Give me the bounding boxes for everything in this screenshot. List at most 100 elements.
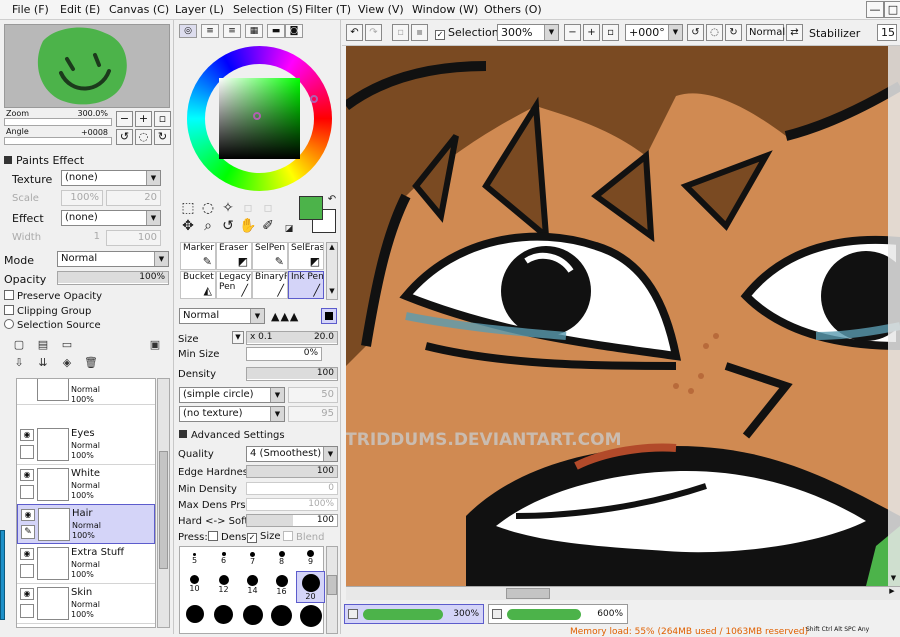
canvas-blend-select[interactable]: Normal xyxy=(746,24,785,41)
new-layer-icon[interactable]: ▢ xyxy=(12,338,26,352)
trash-icon[interactable]: 🗑 xyxy=(84,356,98,370)
brush-shape-square-icon[interactable] xyxy=(321,308,337,324)
transfer-down-icon[interactable]: ⇩ xyxy=(12,356,26,370)
brush-legacy-pen[interactable]: Legacy Pen ╱ xyxy=(216,271,252,299)
new-folder-icon[interactable]: ▭ xyxy=(60,338,74,352)
brush-size-20[interactable]: 20 xyxy=(296,571,325,603)
selection-checkbox[interactable]: ✓ Selection xyxy=(435,26,499,40)
sv-cursor[interactable] xyxy=(253,112,261,120)
maximize-button[interactable]: □ xyxy=(884,1,900,18)
menu-file[interactable]: File (F) xyxy=(12,3,49,16)
new-linework-layer-icon[interactable]: ▤ xyxy=(36,338,50,352)
min-density-slider[interactable]: 0 xyxy=(246,482,338,495)
eye-icon[interactable]: ◉ xyxy=(20,588,34,600)
hand-icon[interactable]: ✋ xyxy=(239,218,257,234)
rotate-right-button[interactable]: ↻ xyxy=(725,24,742,41)
menu-layer[interactable]: Layer (L) xyxy=(175,3,224,16)
minimize-button[interactable]: — xyxy=(866,1,884,18)
rgb-sliders-tab[interactable]: ≡ xyxy=(201,24,219,38)
brush-grid-scrollbar[interactable]: ▲ ▼ xyxy=(326,242,338,300)
preserve-opacity-checkbox[interactable]: Preserve Opacity xyxy=(4,290,102,302)
color-wheel-tab[interactable]: ◎ xyxy=(179,24,197,38)
menu-others[interactable]: Others (O) xyxy=(484,3,542,16)
eye-icon[interactable]: ◉ xyxy=(20,429,34,441)
layer-item-white[interactable]: ◉ White Normal 100% xyxy=(17,465,155,505)
brush-size-row3[interactable] xyxy=(238,605,267,629)
rect-select-icon[interactable]: ⬚ xyxy=(179,200,197,216)
move-icon[interactable]: ✥ xyxy=(179,218,197,234)
canvas-horizontal-scrollbar[interactable]: ▶ xyxy=(346,586,900,600)
opacity-slider[interactable]: 100% xyxy=(57,271,169,285)
brush-eraser[interactable]: Eraser ◩ xyxy=(216,242,252,270)
hard-soft-slider[interactable]: 100 xyxy=(246,514,338,527)
press-blend-checkbox[interactable]: Blend xyxy=(283,531,324,543)
rotate-left-button[interactable]: ↺ xyxy=(687,24,704,41)
deselect-icon[interactable]: ▫ xyxy=(392,24,409,41)
lasso-icon[interactable]: ◌ xyxy=(199,200,217,216)
menu-filter[interactable]: Filter (T) xyxy=(305,3,351,16)
layer-settings-icon[interactable]: ▣ xyxy=(148,338,162,352)
scrollbar-thumb[interactable] xyxy=(159,451,168,569)
brush-size-row3[interactable] xyxy=(296,605,325,629)
angle-slider[interactable]: +0008 xyxy=(4,128,112,145)
texture-select[interactable]: (none) ▼ xyxy=(61,170,161,186)
rotate-reset-button[interactable]: ◌ xyxy=(135,129,152,145)
quality-select[interactable]: 4 (Smoothest) ▼ xyxy=(246,446,338,462)
brush-texture-select[interactable]: (no texture) ▼ xyxy=(179,406,285,422)
menu-selection[interactable]: Selection (S) xyxy=(233,3,303,16)
zoom-tool-icon[interactable]: ⌕ xyxy=(199,218,217,234)
zoom-out-button[interactable]: − xyxy=(116,111,133,127)
magic-wand-icon[interactable]: ✧ xyxy=(219,200,237,216)
brush-ink-pen[interactable]: Ink Pen ╱ xyxy=(288,271,324,299)
swap-colors-icon[interactable]: ↶ xyxy=(323,194,341,205)
brush-bucket[interactable]: Bucket ◭ xyxy=(180,271,216,299)
brush-size-6[interactable]: 6 xyxy=(209,549,238,573)
clear-layer-icon[interactable]: ◈ xyxy=(60,356,74,370)
invert-selection-icon[interactable]: ▪ xyxy=(411,24,428,41)
brush-size-14[interactable]: 14 xyxy=(238,575,267,599)
zoom-slider[interactable]: 300.0% xyxy=(4,109,112,126)
scrollbar-thumb[interactable] xyxy=(327,575,337,595)
advanced-settings-header[interactable]: Advanced Settings xyxy=(179,430,285,441)
brush-size-5[interactable]: 5 xyxy=(180,549,209,573)
brush-shape-select[interactable]: (simple circle) ▼ xyxy=(179,387,285,403)
hue-cursor[interactable] xyxy=(310,95,318,103)
layer-mode-select[interactable]: Normal ▼ xyxy=(57,251,169,267)
selection-source-radio[interactable]: Selection Source xyxy=(4,319,101,331)
stabilizer-select[interactable]: 15 xyxy=(877,24,897,41)
canvas-zoom-select[interactable]: 300% ▼ xyxy=(497,24,559,41)
zoom-in-button[interactable]: + xyxy=(583,24,600,41)
eye-icon[interactable]: ◉ xyxy=(20,469,34,481)
swatches-tab[interactable]: ▦ xyxy=(245,24,263,38)
canvas-tab-1[interactable]: 300% xyxy=(344,604,484,624)
brush-size-16[interactable]: 16 xyxy=(267,575,296,599)
brush-size-10[interactable]: 10 xyxy=(180,575,209,599)
rotate-left-button[interactable]: ↺ xyxy=(116,129,133,145)
chevron-up-icon[interactable]: ▲ xyxy=(327,243,337,255)
zoom-in-button[interactable]: + xyxy=(135,111,152,127)
zoom-out-button[interactable]: − xyxy=(564,24,581,41)
min-size-slider[interactable]: 0% xyxy=(246,347,322,361)
layer-item-skin[interactable]: ◉ Skin Normal 100% xyxy=(17,584,155,624)
press-dens-checkbox[interactable]: Dens xyxy=(208,531,246,543)
brush-selpen[interactable]: SelPen ✎ xyxy=(252,242,288,270)
zoom-fit-button[interactable]: ▫ xyxy=(602,24,619,41)
brush-seleras[interactable]: SelEras ◩ xyxy=(288,242,324,270)
flip-icon[interactable]: ⇄ xyxy=(786,24,803,41)
menu-view[interactable]: View (V) xyxy=(358,3,404,16)
scrollbar-thumb[interactable] xyxy=(506,588,550,599)
layer-item-hair[interactable]: ◉ ✎ Hair Normal 100% xyxy=(17,504,155,544)
size-slider[interactable]: x 0.1 20.0 xyxy=(246,331,338,345)
merge-down-icon[interactable]: ⇊ xyxy=(36,356,50,370)
navigator-thumbnail[interactable] xyxy=(4,24,170,108)
density-slider[interactable]: 100 xyxy=(246,367,338,381)
menu-window[interactable]: Window (W) xyxy=(412,3,478,16)
canvas-angle-select[interactable]: +000° ▼ xyxy=(625,24,683,41)
picker-tab[interactable]: ◙ xyxy=(285,24,303,38)
chevron-down-icon[interactable]: ▼ xyxy=(327,287,337,299)
brush-size-row3[interactable] xyxy=(180,605,209,629)
brush-marker[interactable]: Marker ✎ xyxy=(180,242,216,270)
eye-icon[interactable]: ◉ xyxy=(20,548,34,560)
color-wheel[interactable] xyxy=(187,46,332,191)
brush-size-12[interactable]: 12 xyxy=(209,575,238,599)
